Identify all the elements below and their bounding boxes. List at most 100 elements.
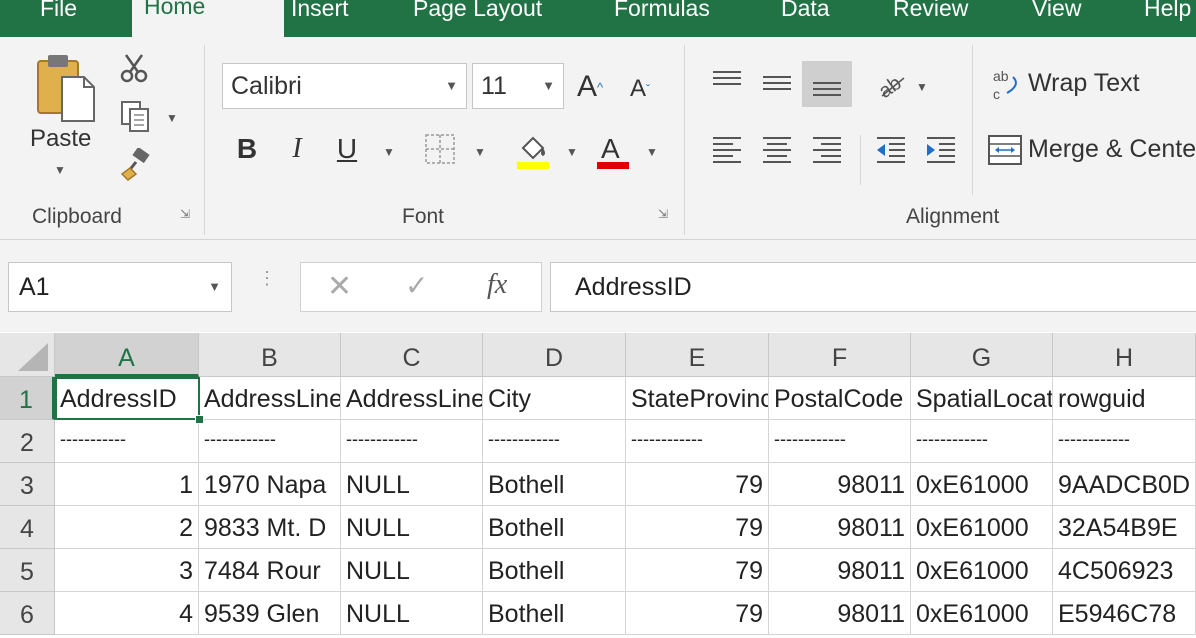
chevron-down-icon[interactable]: ▼ <box>646 145 658 159</box>
chevron-down-icon[interactable]: ▼ <box>542 64 555 108</box>
cell-b1[interactable]: AddressLine1 <box>199 377 341 420</box>
clipboard-dialog-launcher-icon[interactable]: ⇲ <box>178 207 192 221</box>
cell-b6[interactable]: 9539 Glen <box>199 592 341 635</box>
increase-font-size-icon[interactable]: A ^ <box>572 67 608 107</box>
cell-g4[interactable]: 0xE61000 <box>911 506 1053 549</box>
column-header-b[interactable]: B <box>199 333 341 377</box>
merge-center-button[interactable]: Merge & Center <box>1028 135 1196 164</box>
cell-a2[interactable]: ----------- <box>55 420 199 463</box>
paste-icon[interactable] <box>30 49 100 129</box>
cell-e4[interactable]: 79 <box>626 506 769 549</box>
cell-e5[interactable]: 79 <box>626 549 769 592</box>
tab-view[interactable]: View <box>1020 0 1093 37</box>
formula-input[interactable]: AddressID <box>550 262 1196 312</box>
column-header-f[interactable]: F <box>769 333 911 377</box>
row-header-2[interactable]: 2 <box>0 420 55 463</box>
wrap-text-button[interactable]: Wrap Text <box>1028 69 1140 98</box>
cell-f3[interactable]: 98011 <box>769 463 911 506</box>
cell-a6[interactable]: 4 <box>55 592 199 635</box>
align-right-icon[interactable] <box>806 129 848 169</box>
format-painter-icon[interactable] <box>116 147 156 183</box>
cell-c3[interactable]: NULL <box>341 463 483 506</box>
row-header-4[interactable]: 4 <box>0 506 55 549</box>
cell-h1[interactable]: rowguid <box>1053 377 1196 420</box>
decrease-indent-icon[interactable] <box>870 129 912 169</box>
cell-b3[interactable]: 1970 Napa <box>199 463 341 506</box>
cell-c2[interactable]: ------------ <box>341 420 483 463</box>
cell-a5[interactable]: 3 <box>55 549 199 592</box>
paste-dropdown-arrow[interactable]: ▼ <box>54 163 66 177</box>
chevron-down-icon[interactable]: ▼ <box>445 64 458 108</box>
cell-h6[interactable]: E5946C78 <box>1053 592 1196 635</box>
cell-b5[interactable]: 7484 Rour <box>199 549 341 592</box>
cell-f2[interactable]: ------------ <box>769 420 911 463</box>
top-align-icon[interactable] <box>706 63 748 103</box>
paste-button[interactable]: Paste <box>30 125 91 153</box>
borders-icon[interactable] <box>420 131 460 167</box>
name-box[interactable]: A1 ▼ <box>8 262 232 312</box>
cell-d4[interactable]: Bothell <box>483 506 626 549</box>
cut-icon[interactable] <box>116 51 152 85</box>
cell-f5[interactable]: 98011 <box>769 549 911 592</box>
row-header-1[interactable]: 1 <box>0 377 55 420</box>
font-color-icon[interactable]: A <box>592 129 634 171</box>
copy-dropdown-arrow[interactable]: ▼ <box>166 111 178 125</box>
cell-e6[interactable]: 79 <box>626 592 769 635</box>
decrease-font-size-icon[interactable]: Aˇ <box>622 71 658 107</box>
tab-review[interactable]: Review <box>881 0 980 37</box>
cell-e2[interactable]: ------------ <box>626 420 769 463</box>
cell-h5[interactable]: 4C506923 <box>1053 549 1196 592</box>
cell-g1[interactable]: SpatialLocation <box>911 377 1053 420</box>
bottom-align-icon[interactable] <box>802 61 852 107</box>
underline-icon[interactable]: U <box>330 129 364 169</box>
bold-icon[interactable]: B <box>230 129 264 169</box>
chevron-down-icon[interactable]: ▼ <box>566 145 578 159</box>
cell-d5[interactable]: Bothell <box>483 549 626 592</box>
column-header-c[interactable]: C <box>341 333 483 377</box>
chevron-down-icon[interactable]: ▼ <box>474 145 486 159</box>
cancel-icon[interactable]: ✕ <box>327 269 352 304</box>
chevron-down-icon[interactable]: ▼ <box>916 80 928 94</box>
chevron-down-icon[interactable]: ▼ <box>383 145 395 159</box>
cell-g3[interactable]: 0xE61000 <box>911 463 1053 506</box>
cell-c5[interactable]: NULL <box>341 549 483 592</box>
enter-icon[interactable]: ✓ <box>405 269 428 302</box>
cell-g2[interactable]: ------------ <box>911 420 1053 463</box>
fill-handle[interactable] <box>195 415 204 424</box>
tab-insert[interactable]: Insert <box>279 0 361 37</box>
increase-indent-icon[interactable] <box>920 129 962 169</box>
row-header-3[interactable]: 3 <box>0 463 55 506</box>
column-header-a[interactable]: A <box>55 333 199 377</box>
row-header-6[interactable]: 6 <box>0 592 55 635</box>
font-size-combo[interactable]: 11 ▼ <box>472 63 564 109</box>
cell-a3[interactable]: 1 <box>55 463 199 506</box>
select-all-button[interactable] <box>0 333 55 377</box>
row-header-5[interactable]: 5 <box>0 549 55 592</box>
cell-d1[interactable]: City <box>483 377 626 420</box>
cell-e1[interactable]: StateProvinceID <box>626 377 769 420</box>
worksheet-grid[interactable]: ABCDEFGH 1AddressIDAddressLine1AddressLi… <box>0 333 1196 635</box>
middle-align-icon[interactable] <box>756 63 798 103</box>
italic-icon[interactable]: I <box>280 129 314 169</box>
cell-f6[interactable]: 98011 <box>769 592 911 635</box>
font-dialog-launcher-icon[interactable]: ⇲ <box>656 207 670 221</box>
orientation-icon[interactable]: ab <box>872 65 912 105</box>
cell-b2[interactable]: ------------ <box>199 420 341 463</box>
column-header-e[interactable]: E <box>626 333 769 377</box>
align-left-icon[interactable] <box>706 129 748 169</box>
tab-data[interactable]: Data <box>769 0 842 37</box>
tab-page-layout[interactable]: Page Layout <box>401 0 554 37</box>
cell-h4[interactable]: 32A54B9E <box>1053 506 1196 549</box>
cell-e3[interactable]: 79 <box>626 463 769 506</box>
column-header-h[interactable]: H <box>1053 333 1196 377</box>
chevron-down-icon[interactable]: ▼ <box>208 263 221 311</box>
cell-g5[interactable]: 0xE61000 <box>911 549 1053 592</box>
cell-h3[interactable]: 9AADCB0D <box>1053 463 1196 506</box>
cell-g6[interactable]: 0xE61000 <box>911 592 1053 635</box>
cell-h2[interactable]: ------------ <box>1053 420 1196 463</box>
font-name-combo[interactable]: Calibri ▼ <box>222 63 467 109</box>
formula-bar-grip-icon[interactable]: ⋮ <box>258 269 276 287</box>
fill-color-icon[interactable] <box>512 129 554 171</box>
insert-function-button[interactable]: fx <box>487 269 507 301</box>
align-center-icon[interactable] <box>756 129 798 169</box>
